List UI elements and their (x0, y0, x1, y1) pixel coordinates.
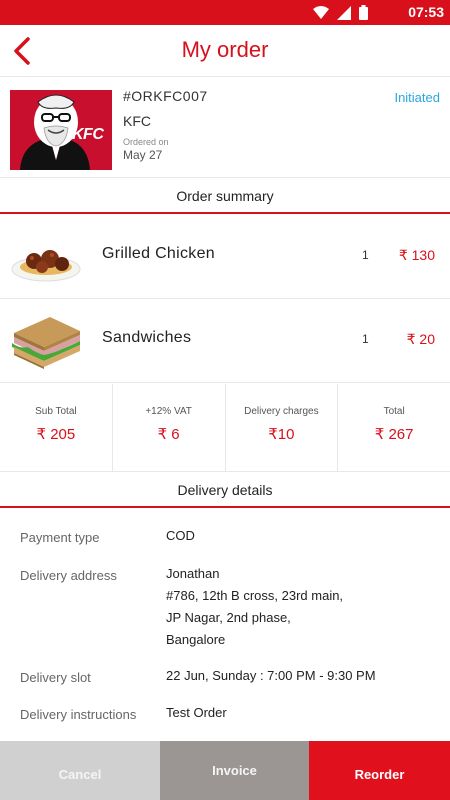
address-line: #786, 12th B cross, 23rd main, (166, 588, 344, 603)
item-quantity: 1 (362, 248, 369, 262)
item-price: ₹ 20 (406, 331, 435, 347)
reorder-button[interactable]: Reorder (309, 741, 450, 800)
store-logo: KFC (10, 90, 112, 170)
address-line: Bangalore (166, 632, 226, 647)
list-item[interactable]: Sandwiches 1 ₹ 20 (0, 299, 450, 383)
list-item[interactable]: Grilled Chicken 1 ₹ 130 (0, 215, 450, 299)
battery-icon (359, 5, 368, 20)
app-bar: My order (0, 25, 450, 77)
ordered-on-label: Ordered on (123, 137, 169, 147)
item-quantity: 1 (362, 332, 369, 346)
invoice-button[interactable]: Invoice (160, 741, 309, 800)
store-name: KFC (123, 113, 151, 129)
payment-type-value: COD (166, 528, 195, 543)
order-header: KFC #ORKFC007 KFC Ordered on May 27 Init… (0, 78, 450, 178)
page-title: My order (181, 37, 269, 62)
delivery-instructions-value: Test Order (166, 705, 227, 720)
status-icons (313, 5, 368, 20)
order-totals: Sub Total ₹ 205 +12% VAT ₹ 6 Delivery ch… (0, 384, 450, 472)
order-id: #ORKFC007 (123, 88, 208, 104)
ordered-on-date: May 27 (123, 148, 163, 162)
delivery-charges-cell: Delivery charges ₹10 (226, 384, 339, 471)
order-summary-title: Order summary (0, 178, 450, 214)
clock: 07:53 (408, 4, 444, 20)
sandwich-image (10, 311, 82, 371)
delivery-slot-label: Delivery slot (20, 670, 91, 685)
address-line: JP Nagar, 2nd phase, (166, 610, 291, 625)
vat-label: +12% VAT (145, 406, 192, 417)
status-bar: 07:53 (0, 0, 450, 25)
order-status-badge: Initiated (394, 90, 440, 105)
subtotal-label: Sub Total (35, 406, 77, 417)
total-label: Total (383, 406, 405, 417)
subtotal-cell: Sub Total ₹ 205 (0, 384, 113, 471)
address-line: Jonathan (166, 566, 220, 581)
bottom-action-bar: Cancel Invoice Reorder (0, 741, 450, 800)
payment-type-label: Payment type (20, 530, 100, 545)
item-price: ₹ 130 (398, 247, 435, 263)
delivery-charges-label: Delivery charges (244, 406, 319, 417)
kfc-logo-text: KFC (72, 126, 104, 143)
delivery-slot-value: 22 Jun, Sunday : 7:00 PM - 9:30 PM (166, 668, 376, 683)
cancel-button[interactable]: Cancel (0, 741, 160, 800)
total-cell: Total ₹ 267 (338, 384, 450, 471)
item-name: Sandwiches (102, 329, 192, 346)
delivery-instructions-label: Delivery instructions (20, 707, 137, 722)
delivery-details-title: Delivery details (0, 472, 450, 508)
grilled-chicken-image (10, 227, 82, 287)
delivery-charges-value: ₹10 (268, 426, 295, 443)
vat-cell: +12% VAT ₹ 6 (113, 384, 226, 471)
total-value: ₹ 267 (374, 426, 414, 443)
subtotal-value: ₹ 205 (36, 426, 76, 443)
delivery-address-label: Delivery address (20, 568, 117, 583)
delivery-address-value: Jonathan #786, 12th B cross, 23rd main, … (166, 563, 343, 651)
signal-icon (337, 5, 351, 20)
item-name: Grilled Chicken (102, 245, 215, 262)
vat-value: ₹ 6 (157, 426, 180, 443)
wifi-icon (313, 5, 329, 19)
